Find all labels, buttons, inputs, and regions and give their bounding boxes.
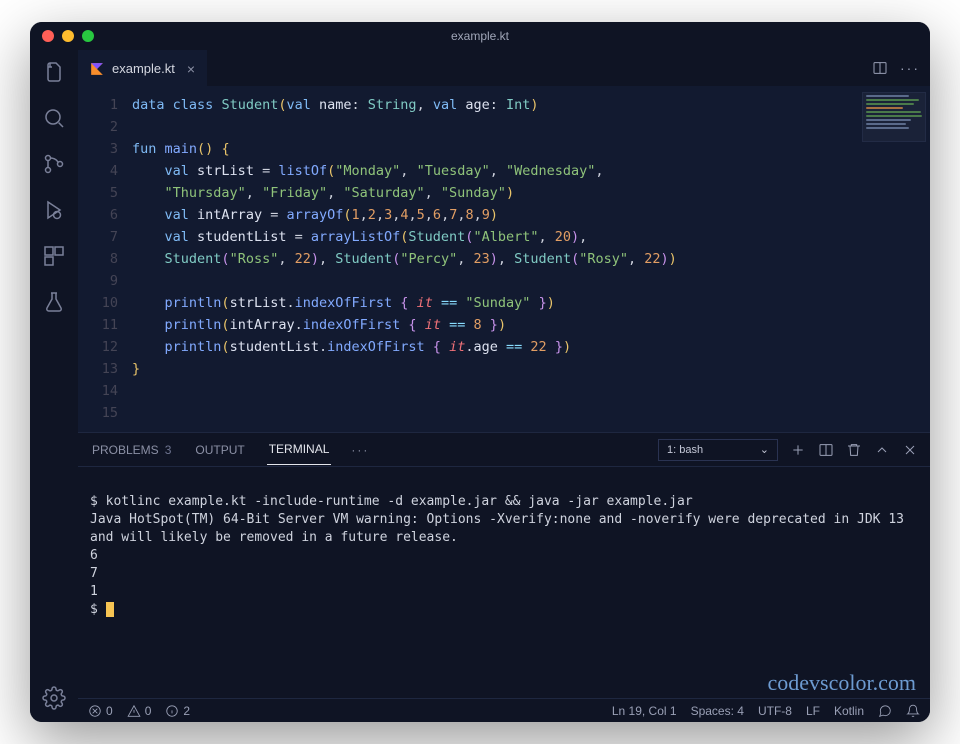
tab-output[interactable]: OUTPUT xyxy=(193,435,246,465)
settings-gear-icon[interactable] xyxy=(42,686,66,710)
terminal-output[interactable]: $ kotlinc example.kt -include-runtime -d… xyxy=(78,467,930,698)
maximize-panel-icon[interactable] xyxy=(874,442,890,458)
tab-example-kt[interactable]: example.kt × xyxy=(78,50,207,86)
vscode-window: example.kt xyxy=(30,22,930,722)
status-cursor-position[interactable]: Ln 19, Col 1 xyxy=(612,704,677,718)
editor[interactable]: 123456789101112131415 data class Student… xyxy=(78,86,930,432)
code-content[interactable]: data class Student(val name: String, val… xyxy=(132,86,930,432)
status-language[interactable]: Kotlin xyxy=(834,704,864,718)
split-terminal-icon[interactable] xyxy=(818,442,834,458)
status-errors[interactable]: 0 xyxy=(88,704,113,718)
activity-bar xyxy=(30,50,78,722)
terminal-shell-selector[interactable]: 1: bash ⌄ xyxy=(658,439,778,461)
status-info[interactable]: 2 xyxy=(165,704,190,718)
kill-terminal-icon[interactable] xyxy=(846,442,862,458)
explorer-icon[interactable] xyxy=(42,60,66,84)
chevron-down-icon: ⌄ xyxy=(760,443,769,456)
close-window-button[interactable] xyxy=(42,30,54,42)
tab-terminal[interactable]: TERMINAL xyxy=(267,434,332,465)
split-editor-icon[interactable] xyxy=(872,60,888,76)
close-tab-icon[interactable]: × xyxy=(187,61,195,77)
status-warnings[interactable]: 0 xyxy=(127,704,152,718)
status-eol[interactable]: LF xyxy=(806,704,820,718)
run-debug-icon[interactable] xyxy=(42,198,66,222)
source-control-icon[interactable] xyxy=(42,152,66,176)
extensions-icon[interactable] xyxy=(42,244,66,268)
tab-filename: example.kt xyxy=(112,61,175,76)
window-title: example.kt xyxy=(451,29,509,43)
new-terminal-icon[interactable] xyxy=(790,442,806,458)
tab-problems[interactable]: PROBLEMS3 xyxy=(90,435,173,465)
terminal-cursor xyxy=(106,602,114,617)
panel-tabs: PROBLEMS3 OUTPUT TERMINAL ··· 1: bash ⌄ xyxy=(78,433,930,467)
status-indentation[interactable]: Spaces: 4 xyxy=(691,704,744,718)
minimize-window-button[interactable] xyxy=(62,30,74,42)
status-bar: 0 0 2 Ln 19, Col 1 Spaces: 4 UTF-8 LF Ko… xyxy=(78,698,930,722)
test-icon[interactable] xyxy=(42,290,66,314)
status-encoding[interactable]: UTF-8 xyxy=(758,704,792,718)
kotlin-file-icon xyxy=(90,62,104,76)
bottom-panel: PROBLEMS3 OUTPUT TERMINAL ··· 1: bash ⌄ xyxy=(78,432,930,698)
feedback-icon[interactable] xyxy=(878,704,892,718)
search-icon[interactable] xyxy=(42,106,66,130)
notifications-icon[interactable] xyxy=(906,704,920,718)
line-number-gutter: 123456789101112131415 xyxy=(78,86,132,432)
panel-more-icon[interactable]: ··· xyxy=(351,443,369,457)
watermark: codevscolor.com xyxy=(768,674,916,692)
maximize-window-button[interactable] xyxy=(82,30,94,42)
window-controls xyxy=(42,30,94,42)
minimap[interactable] xyxy=(862,92,926,142)
editor-tabs: example.kt × ··· xyxy=(78,50,930,86)
titlebar: example.kt xyxy=(30,22,930,50)
close-panel-icon[interactable] xyxy=(902,442,918,458)
more-actions-icon[interactable]: ··· xyxy=(902,60,918,76)
